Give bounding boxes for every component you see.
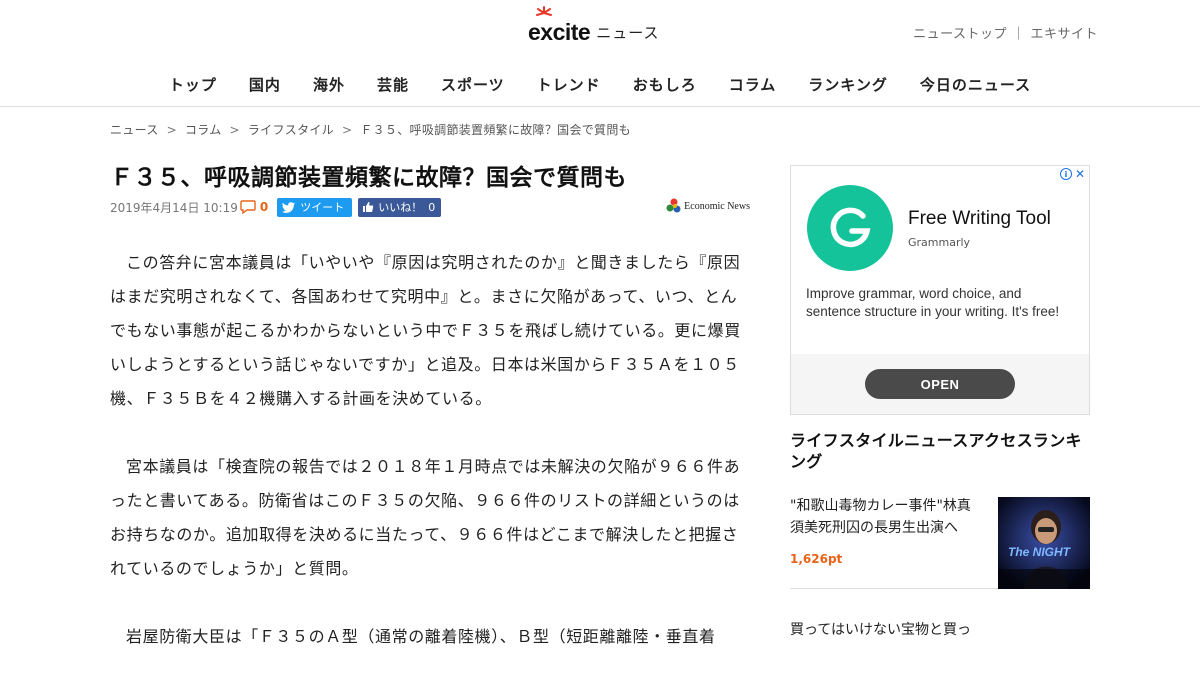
ad-title: Free Writing Tool: [908, 208, 1051, 229]
nav-item-sports[interactable]: スポーツ: [441, 74, 505, 95]
ad-description: Improve grammar, word choice, and senten…: [806, 286, 1060, 319]
source-logo[interactable]: Economic News: [666, 198, 750, 214]
ad-content: Free Writing Tool Grammarly Improve gram…: [791, 166, 1089, 354]
top-links-separator: ｜: [1011, 27, 1026, 42]
logo-wordmark: excite: [528, 19, 591, 45]
tweet-button[interactable]: ツイート: [277, 197, 353, 217]
like-label: いいね！: [378, 201, 423, 214]
breadcrumb-separator: >: [341, 123, 353, 137]
ad-open-button[interactable]: OPEN: [865, 369, 1015, 399]
nav-item-top[interactable]: トップ: [169, 74, 217, 95]
article-date: 2019年4月14日 10:19: [110, 200, 238, 215]
article-title: Ｆ３５、呼吸調節装置頻繁に故障？国会で質問も: [110, 165, 627, 191]
thumbnail-image: [998, 497, 1090, 589]
economic-news-logo-icon: [666, 198, 681, 213]
article: Ｆ３５、呼吸調節装置頻繁に故障？国会で質問も 2019年4月14日 10:19 …: [110, 160, 750, 688]
ad-info-icon[interactable]: i: [1059, 168, 1072, 180]
breadcrumb-current: Ｆ３５、呼吸調節装置頻繁に故障？国会で質問も: [360, 123, 631, 137]
top-links: ニューストップ ｜ エキサイト: [913, 23, 1098, 42]
nav-item-today[interactable]: 今日のニュース: [920, 74, 1031, 95]
twitter-bird-icon: [282, 201, 296, 213]
nav-item-trend[interactable]: トレンド: [537, 74, 601, 95]
comment-icon[interactable]: [240, 200, 256, 214]
nav-item-overseas[interactable]: 海外: [313, 74, 345, 95]
article-paragraph: 岩屋防衛大臣は「Ｆ３５のＡ型（通常の離着陸機）、Ｂ型（短距離離陸・垂直着: [126, 627, 716, 646]
grammarly-logo-icon: [807, 185, 893, 271]
nav-item-ranking[interactable]: ランキング: [808, 74, 888, 95]
logo-subtitle: ニュース: [596, 24, 660, 42]
article-body: この答弁に宮本議員は「いやいや『原因は究明されたのか』と聞きましたら『原因はまだ…: [110, 246, 750, 654]
ranking-item[interactable]: "和歌山毒物カレー事件"林真須美死刑囚の長男生出演へ 1,626pt The N…: [790, 497, 1090, 589]
article-paragraph: この答弁に宮本議員は「いやいや『原因は究明されたのか』と聞きましたら『原因はまだ…: [110, 253, 741, 408]
ranking-item-points: 1,626pt: [790, 552, 843, 566]
ad-brand: Grammarly: [908, 236, 971, 249]
thumbnail-caption: The NIGHT: [1008, 545, 1070, 559]
ranking-section: ライフスタイルニュースアクセスランキング "和歌山毒物カレー事件"林真須美死刑囚…: [790, 430, 1090, 638]
comment-count[interactable]: 0: [260, 200, 268, 214]
link-news-top[interactable]: ニューストップ: [913, 27, 1007, 42]
breadcrumb-lifestyle[interactable]: ライフスタイル: [248, 123, 334, 137]
ranking-heading: ライフスタイルニュースアクセスランキング: [790, 431, 1082, 471]
breadcrumb-column[interactable]: コラム: [185, 123, 222, 137]
logo-star-icon: [536, 6, 552, 16]
ranking-item-title[interactable]: 買ってはいけない宝物と買っ: [790, 619, 1090, 641]
breadcrumb: ニュース > コラム > ライフスタイル > Ｆ３５、呼吸調節装置頻繁に故障？国会で質問も: [110, 121, 631, 138]
site-logo[interactable]: excite ニュース: [528, 6, 660, 46]
thumbs-up-icon: [363, 202, 374, 212]
like-count: 0: [428, 200, 436, 214]
global-nav: トップ 国内 海外 芸能 スポーツ トレンド おもしろ コラム ランキング 今日…: [0, 74, 1200, 95]
nav-item-entertainment[interactable]: 芸能: [377, 74, 409, 95]
nav-item-funny[interactable]: おもしろ: [633, 74, 697, 95]
ad-close-icon[interactable]: ✕: [1075, 167, 1085, 181]
breadcrumb-news[interactable]: ニュース: [110, 123, 159, 137]
nav-item-column[interactable]: コラム: [729, 74, 777, 95]
tweet-label: ツイート: [300, 201, 345, 214]
source-name: Economic News: [684, 200, 750, 212]
breadcrumb-separator: >: [229, 123, 240, 137]
ad-footer: OPEN: [791, 354, 1089, 414]
ranking-item-thumbnail[interactable]: The NIGHT: [998, 497, 1090, 589]
ad-banner[interactable]: Free Writing Tool Grammarly Improve gram…: [790, 165, 1090, 415]
like-button[interactable]: いいね！ 0: [358, 197, 442, 217]
nav-item-domestic[interactable]: 国内: [249, 74, 281, 95]
site-header: excite ニュース ニューストップ｜エキサイト トップ 国内 海外 芸能 ス…: [0, 0, 1200, 107]
ad-choices[interactable]: i ✕: [1059, 167, 1085, 181]
breadcrumb-separator: >: [166, 123, 177, 137]
link-excite[interactable]: エキサイト: [1030, 27, 1098, 42]
ranking-item-title[interactable]: "和歌山毒物カレー事件"林真須美死刑囚の長男生出演へ: [790, 495, 980, 539]
article-paragraph: 宮本議員は「検査院の報告では２０１８年１月時点では未解決の欠陥が９６６件あったと…: [110, 457, 741, 578]
article-meta: 2019年4月14日 10:19 0 ツイート いいね！ 0 Economic …: [110, 196, 750, 218]
